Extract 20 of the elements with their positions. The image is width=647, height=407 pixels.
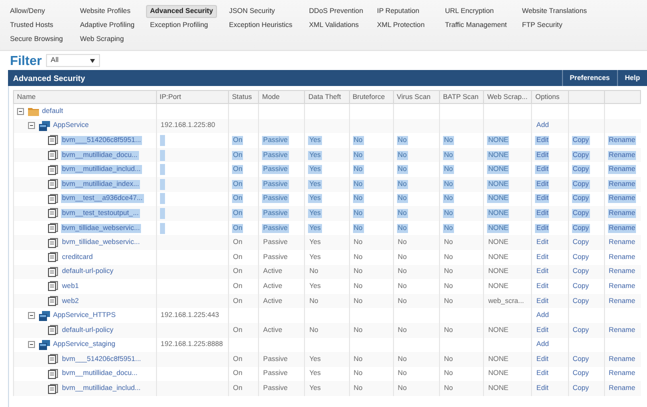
document-icon: [48, 179, 59, 190]
filter-label: Filter: [10, 53, 42, 68]
folder-icon: [28, 106, 39, 116]
selection-mark: [160, 134, 165, 146]
selection-mark: [160, 222, 165, 234]
selection-mark: [160, 150, 165, 161]
document-icon: [48, 252, 59, 262]
collapse-icon[interactable]: [28, 312, 35, 320]
selection-mark: [160, 193, 165, 204]
selection-mark: [160, 178, 165, 190]
server-icon: [39, 340, 50, 350]
selection-mark: [160, 164, 165, 176]
collapse-icon[interactable]: [28, 341, 35, 348]
panel-title: Advanced Security: [12, 72, 86, 85]
server-icon: [39, 310, 50, 321]
selection-mark: [160, 208, 165, 219]
collapse-icon[interactable]: [28, 122, 35, 130]
server-icon: [39, 120, 50, 131]
collapse-icon[interactable]: [17, 108, 24, 115]
caret-icon: [90, 58, 95, 62]
